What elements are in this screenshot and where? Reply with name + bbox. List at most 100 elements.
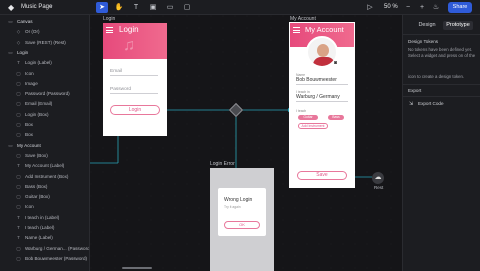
layer-type-icon: T [17, 214, 20, 220]
layer-label: Icon [25, 204, 34, 210]
layer-label: Icon [25, 70, 34, 76]
teach-in-field[interactable]: Warburg / Germany [296, 93, 348, 102]
layer-label: Bob Bouwmeester (Password) [25, 255, 88, 261]
camera-icon[interactable]: ◙ [334, 60, 337, 66]
layer-item[interactable]: ▢ Image [0, 79, 37, 89]
layer-item[interactable]: ▢ Email (Email) [0, 99, 52, 109]
frame-tool-icon[interactable]: ▣ [147, 2, 159, 13]
flame-icon[interactable]: ♨ [430, 2, 442, 13]
layer-item[interactable]: T Login (Label) [0, 58, 52, 68]
layer-type-icon: ▢ [16, 101, 21, 107]
page-chevron-down-icon[interactable]: ▾ [50, 3, 53, 12]
tab-design[interactable]: Design [415, 21, 439, 30]
password-input[interactable]: Password [110, 85, 158, 94]
layer-label: Email (Email) [25, 101, 53, 107]
page-name[interactable]: Music Page [21, 3, 52, 12]
tab-prototype[interactable]: Prototype [443, 21, 473, 30]
layer-item[interactable]: ▢ Login (Box) [0, 110, 48, 120]
plus-icon[interactable]: + [416, 2, 428, 13]
layer-item[interactable]: ▢ Warburg / German... (Password) [0, 244, 90, 254]
login-error-frame[interactable]: Wrong Login Try it again OK [210, 168, 274, 271]
layer-label: My Account [17, 142, 41, 148]
hand-tool-icon[interactable]: ✋ [113, 2, 125, 13]
text-tool-icon[interactable]: T [130, 2, 142, 13]
layer-label: Login [17, 49, 29, 55]
layer-item[interactable]: ▢ Bob Bouwmeester (Password) [0, 254, 87, 264]
login-header: Login ♫ [103, 23, 167, 59]
add-instrument-button[interactable]: Add Instrument [298, 123, 328, 129]
layer-group[interactable]: ▭ Canvas [0, 17, 32, 27]
minus-icon[interactable]: − [402, 2, 414, 13]
design-tokens-title: Design Tokens [408, 39, 439, 44]
layer-item[interactable]: T My Account (Label) [0, 161, 64, 171]
layer-label: Save (REST) (Rest) [25, 39, 66, 45]
layer-type-icon: ▭ [8, 19, 13, 24]
design-tokens-text-2: icon to create a design token. [408, 74, 465, 79]
layer-item[interactable]: T I teach (Label) [0, 223, 54, 233]
layer-label: Login (Label) [25, 60, 52, 66]
layer-item[interactable]: T Name (Label) [0, 233, 53, 243]
select-tool-icon[interactable]: ➤ [96, 2, 108, 13]
layer-type-icon: T [17, 225, 20, 230]
error-dialog: Wrong Login Try it again OK [218, 188, 266, 236]
divider [403, 84, 480, 85]
layer-group[interactable]: ▭ Login [0, 48, 28, 58]
rest-cloud-icon[interactable]: ☁ [372, 172, 384, 184]
layer-type-icon: T [17, 60, 20, 66]
app-logo-icon[interactable]: ◆ [8, 3, 17, 12]
ok-button[interactable]: OK [224, 221, 260, 229]
play-icon[interactable]: ▷ [364, 2, 376, 13]
layer-type-icon: ▢ [16, 111, 21, 117]
layer-label: Save (Box) [25, 152, 48, 158]
export-icon[interactable]: ⇲ [409, 101, 413, 107]
layer-item[interactable]: ▢ Bass (Box) [0, 182, 47, 192]
layer-label: Guitar (Box) [25, 194, 50, 200]
top-bar: ◆ Music Page ▾ ➤ ✋ T ▣ ▭ ▢ ▷ 50 % − + ♨ … [0, 0, 480, 15]
tag-bass[interactable]: Bass [328, 115, 344, 120]
layer-item[interactable]: ▢ Password (Password) [0, 89, 69, 99]
frame-label-login-error[interactable]: Login Error [210, 161, 235, 167]
email-input[interactable]: Email [110, 67, 158, 76]
menu-icon[interactable] [293, 27, 300, 35]
save-button[interactable]: Save [297, 171, 347, 180]
layer-type-icon: ▢ [16, 132, 21, 138]
layer-type-icon: ▢ [16, 204, 21, 210]
layer-item[interactable]: ▢ Add Instrument (Box) [0, 172, 68, 182]
layer-label: Warburg / German... (Password) [25, 245, 90, 251]
layer-item[interactable]: T I teach in (Label) [0, 213, 59, 223]
layer-item[interactable]: ▢ Guitar (Box) [0, 192, 50, 202]
layer-item[interactable]: ◇ Save (REST) (Rest) [0, 38, 66, 48]
rectangle-tool-icon[interactable]: ▭ [164, 2, 176, 13]
layer-type-icon: ▢ [16, 122, 21, 127]
layer-type-icon: ▢ [16, 245, 21, 251]
layer-group[interactable]: ▭ My Account [0, 141, 41, 151]
menu-icon[interactable] [106, 27, 113, 35]
layer-type-icon: ◇ [16, 29, 21, 35]
layer-item[interactable]: ▢ Save (Box) [0, 151, 48, 161]
my-account-frame[interactable]: My Account ◙ Name Bob Bouwmeester I teac… [289, 22, 355, 188]
layer-type-icon: T [17, 235, 20, 241]
layer-item[interactable]: ▢ Icon [0, 202, 34, 212]
zoom-level[interactable]: 50 % [384, 3, 398, 12]
layer-type-icon: ◇ [16, 39, 21, 45]
layer-type-icon: ▢ [16, 80, 21, 86]
export-code-link[interactable]: Export Code [418, 101, 444, 106]
layer-type-icon: T [17, 163, 20, 169]
login-button[interactable]: Login [110, 105, 160, 115]
layer-label: Box [25, 122, 33, 127]
error-title: Wrong Login [224, 197, 253, 203]
share-button[interactable]: Share [448, 2, 472, 13]
frame-label-my-account[interactable]: My Account [290, 16, 316, 22]
name-field[interactable]: Bob Bouwmeester [296, 76, 348, 85]
tag-guitar[interactable]: Guitar [298, 115, 318, 120]
horizontal-scrollbar[interactable] [122, 267, 152, 269]
comment-tool-icon[interactable]: ▢ [181, 2, 193, 13]
login-frame[interactable]: Login ♫ Email Password Login [103, 23, 167, 136]
layer-item[interactable]: ▢ Box [0, 120, 33, 130]
error-subtitle: Try it again [224, 205, 241, 209]
canvas[interactable]: Login Login ♫ Email Password Login My Ac… [90, 15, 402, 271]
layer-item[interactable]: ▢ Box [0, 130, 33, 140]
layer-item[interactable]: ▢ Icon [0, 69, 34, 79]
layer-item[interactable]: ◇ Or (Or) [0, 27, 40, 37]
frame-label-login[interactable]: Login [103, 16, 115, 22]
